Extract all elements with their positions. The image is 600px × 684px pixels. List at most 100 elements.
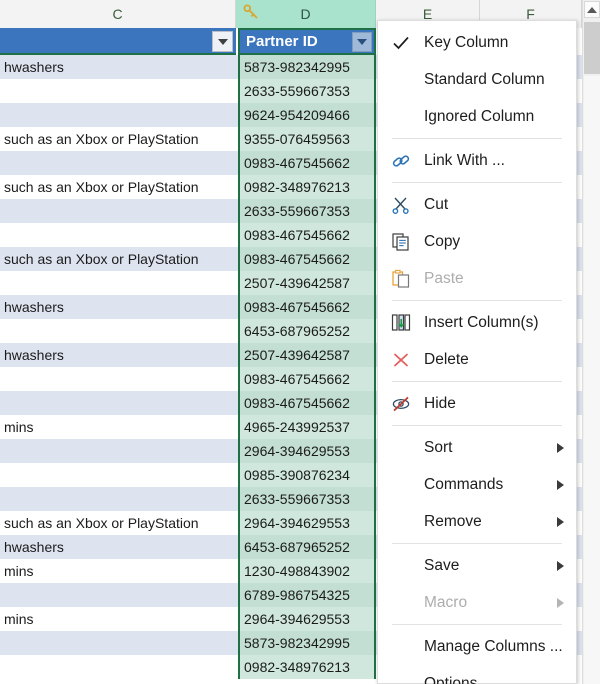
cell-column-c[interactable]: such as an Xbox or PlayStation xyxy=(0,127,236,151)
column-letter-header-d[interactable]: D xyxy=(236,0,376,28)
cell-column-c[interactable] xyxy=(0,583,236,607)
scrollbar-thumb[interactable] xyxy=(584,22,600,74)
cell-column-c[interactable] xyxy=(0,463,236,487)
column-d-filter-button[interactable] xyxy=(352,32,372,52)
menu-item-standard-column[interactable]: Standard Column xyxy=(378,61,576,98)
menu-separator xyxy=(392,182,562,183)
submenu-arrow-icon xyxy=(557,479,564,490)
menu-item-label: Commands xyxy=(424,475,504,493)
cell-column-c[interactable] xyxy=(0,319,236,343)
cell-column-c[interactable]: mins xyxy=(0,415,236,439)
cell-column-c[interactable]: hwashers xyxy=(0,343,236,367)
cell-column-c[interactable]: such as an Xbox or PlayStation xyxy=(0,247,236,271)
menu-item-label: Link With ... xyxy=(424,151,505,169)
cell-column-c[interactable]: mins xyxy=(0,607,236,631)
scrollbar-track[interactable] xyxy=(584,76,600,684)
cell-column-c[interactable]: hwashers xyxy=(0,535,236,559)
vertical-scrollbar[interactable] xyxy=(582,0,600,684)
menu-item-hide[interactable]: Hide xyxy=(378,385,576,422)
submenu-arrow-icon xyxy=(557,560,564,571)
cell-column-c[interactable] xyxy=(0,439,236,463)
menu-item-manage-columns[interactable]: Manage Columns ... xyxy=(378,628,576,665)
cell-column-d[interactable]: 2633-559667353 xyxy=(238,79,376,103)
column-c-filter-button[interactable] xyxy=(212,31,233,52)
menu-item-save[interactable]: Save xyxy=(378,547,576,584)
menu-item-link-with[interactable]: Link With ... xyxy=(378,142,576,179)
menu-item-sort[interactable]: Sort xyxy=(378,429,576,466)
cell-column-c[interactable] xyxy=(0,223,236,247)
column-letter-header-c[interactable]: C xyxy=(0,0,236,28)
submenu-arrow-icon xyxy=(557,442,564,453)
cell-column-d[interactable]: 0983-467545662 xyxy=(238,391,376,415)
cell-column-d[interactable]: 4965-243992537 xyxy=(238,415,376,439)
insert-column-icon xyxy=(391,313,411,333)
column-c-header-cell[interactable] xyxy=(0,28,236,55)
cell-column-d[interactable]: 6453-687965252 xyxy=(238,535,376,559)
cell-column-d[interactable]: 0983-467545662 xyxy=(238,223,376,247)
menu-item-options[interactable]: Options ... xyxy=(378,665,576,684)
cell-column-c[interactable] xyxy=(0,271,236,295)
column-context-menu: Key Column Standard Column Ignored Column L… xyxy=(377,20,577,684)
partner-id-label: Partner ID xyxy=(246,33,318,50)
cell-column-d[interactable]: 0983-467545662 xyxy=(238,247,376,271)
chevron-down-icon xyxy=(217,38,228,45)
menu-item-commands[interactable]: Commands xyxy=(378,466,576,503)
menu-item-label: Remove xyxy=(424,512,482,530)
cell-column-c[interactable]: such as an Xbox or PlayStation xyxy=(0,175,236,199)
cell-column-d[interactable]: 2964-394629553 xyxy=(238,511,376,535)
submenu-arrow-icon xyxy=(557,516,564,527)
cell-column-c[interactable] xyxy=(0,367,236,391)
cell-column-d[interactable]: 0983-467545662 xyxy=(238,295,376,319)
menu-item-ignored-column[interactable]: Ignored Column xyxy=(378,98,576,135)
cell-column-d[interactable]: 2964-394629553 xyxy=(238,607,376,631)
cell-column-c[interactable] xyxy=(0,391,236,415)
cell-column-d[interactable]: 2507-439642587 xyxy=(238,343,376,367)
cell-column-c[interactable]: mins xyxy=(0,559,236,583)
menu-item-key-column[interactable]: Key Column xyxy=(378,24,576,61)
scroll-up-button[interactable] xyxy=(584,1,600,18)
scissors-icon xyxy=(391,195,411,215)
cell-column-d[interactable]: 0982-348976213 xyxy=(238,655,376,679)
menu-item-label: Save xyxy=(424,556,460,574)
cell-column-c[interactable] xyxy=(0,655,236,679)
cell-column-d[interactable]: 5873-982342995 xyxy=(238,55,376,79)
cell-column-d[interactable]: 1230-498843902 xyxy=(238,559,376,583)
cell-column-d[interactable]: 0985-390876234 xyxy=(238,463,376,487)
column-d-header-cell[interactable]: Partner ID xyxy=(238,28,376,55)
menu-item-label: Options ... xyxy=(424,674,495,684)
cell-column-d[interactable]: 2633-559667353 xyxy=(238,487,376,511)
submenu-arrow-icon xyxy=(557,597,564,608)
menu-item-label: Ignored Column xyxy=(424,107,535,125)
cell-column-c[interactable]: hwashers xyxy=(0,55,236,79)
menu-item-copy[interactable]: Copy xyxy=(378,223,576,260)
cell-column-d[interactable]: 9624-954209466 xyxy=(238,103,376,127)
menu-item-insert-column-s[interactable]: Insert Column(s) xyxy=(378,304,576,341)
cell-column-d[interactable]: 6453-687965252 xyxy=(238,319,376,343)
menu-item-label: Cut xyxy=(424,195,449,213)
cell-column-c[interactable]: such as an Xbox or PlayStation xyxy=(0,511,236,535)
menu-item-delete[interactable]: Delete xyxy=(378,341,576,378)
cell-column-d[interactable]: 5873-982342995 xyxy=(238,631,376,655)
cell-column-d[interactable]: 0983-467545662 xyxy=(238,151,376,175)
menu-item-label: Manage Columns ... xyxy=(424,637,563,655)
cell-column-d[interactable]: 2507-439642587 xyxy=(238,271,376,295)
menu-item-cut[interactable]: Cut xyxy=(378,186,576,223)
cell-column-d[interactable]: 0982-348976213 xyxy=(238,175,376,199)
cell-column-d[interactable]: 0983-467545662 xyxy=(238,367,376,391)
cell-column-d[interactable]: 2633-559667353 xyxy=(238,199,376,223)
cell-column-d[interactable]: 6789-986754325 xyxy=(238,583,376,607)
cell-column-c[interactable] xyxy=(0,487,236,511)
cell-column-c[interactable] xyxy=(0,79,236,103)
cell-column-c[interactable] xyxy=(0,631,236,655)
cell-column-c[interactable] xyxy=(0,199,236,223)
menu-separator xyxy=(392,300,562,301)
cell-column-c[interactable]: hwashers xyxy=(0,295,236,319)
cell-column-d[interactable]: 2964-394629553 xyxy=(238,439,376,463)
menu-separator xyxy=(392,381,562,382)
triangle-up-icon xyxy=(587,6,597,13)
spreadsheet-window: CDEF Partner ID hwashers 5873-982342995 26… xyxy=(0,0,600,684)
cell-column-d[interactable]: 9355-076459563 xyxy=(238,127,376,151)
cell-column-c[interactable] xyxy=(0,103,236,127)
cell-column-c[interactable] xyxy=(0,151,236,175)
menu-item-remove[interactable]: Remove xyxy=(378,503,576,540)
